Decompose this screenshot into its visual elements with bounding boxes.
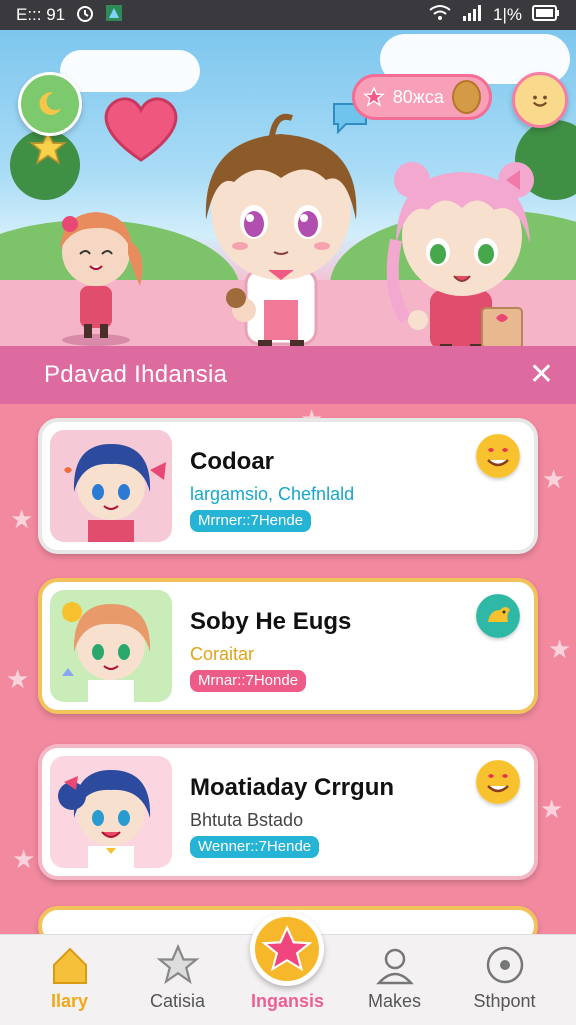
battery-icon	[532, 4, 560, 26]
character-avatar	[50, 756, 172, 868]
character-name: Codoar	[190, 448, 274, 475]
character-name: Soby He Eugs	[190, 608, 352, 635]
battery-text: 1|%	[493, 5, 522, 24]
nav-label: Ingansis	[250, 991, 325, 1011]
app-notification-icon	[105, 4, 123, 27]
close-button[interactable]: ✕	[529, 360, 554, 390]
background-star: ★	[10, 504, 34, 534]
character-tag: Mrnar::7Honde	[190, 670, 307, 692]
nav-item-makes[interactable]: Makes	[337, 935, 452, 1025]
background-star: ★	[540, 794, 564, 824]
character-name: Moatiaday Crrgun	[190, 774, 395, 801]
nav-label: Makes	[367, 991, 421, 1011]
currency-amount: 80жса	[392, 86, 444, 107]
nav-label: Ilary	[50, 991, 89, 1011]
nav-item-support[interactable]: Sthpont	[447, 935, 562, 1025]
signal-icon	[461, 4, 483, 27]
heart-icon	[104, 97, 178, 162]
panel-header: Pdavad Ihdansia ✕	[0, 346, 576, 404]
character-avatar	[50, 430, 172, 542]
chibi-girl-pink-hair	[386, 162, 534, 346]
background-star: ★	[12, 844, 36, 874]
alarm-icon	[75, 3, 95, 28]
smiley-face-icon	[527, 87, 553, 113]
character-card[interactable]: Codoar largamsio, Chefnlald Mrrner::7Hen…	[38, 418, 538, 554]
user-icon	[376, 948, 414, 985]
character-tag: Mrrner::7Hende	[190, 510, 312, 532]
heart-eyes-emoji-icon	[476, 760, 520, 804]
nav-label: Catisia	[149, 991, 206, 1011]
moon-button[interactable]	[18, 72, 82, 136]
chibi-boy-brown-hair	[205, 113, 357, 346]
nav-item-home[interactable]: Ilary	[12, 935, 127, 1025]
heart-eyes-emoji-icon	[476, 434, 520, 478]
star-icon	[363, 86, 385, 107]
duck-emoji-icon	[476, 594, 520, 638]
status-left-text: E::: 91	[16, 5, 66, 24]
nav-label: Sthpont	[473, 991, 536, 1011]
character-tag: Wenner::7Hende	[190, 836, 320, 858]
hero-banner: 80жса	[0, 30, 576, 346]
chibi-girl-orange-hair	[60, 212, 143, 346]
background-star: ★	[542, 464, 566, 494]
cloud	[60, 50, 200, 92]
character-subtitle: Coraitar	[190, 644, 255, 664]
center-star-button[interactable]	[250, 912, 324, 986]
nav-item-catalog[interactable]: Catisia	[120, 935, 235, 1025]
profile-face-button[interactable]	[512, 72, 568, 128]
currency-pill[interactable]: 80жса	[352, 74, 492, 120]
moon-icon	[39, 92, 62, 115]
home-icon	[53, 947, 87, 984]
status-bar: E::: 91 1|%	[0, 0, 576, 30]
panel-title: Pdavad Ihdansia	[44, 361, 228, 388]
star-icon	[261, 925, 313, 972]
support-icon	[486, 946, 524, 984]
character-avatar	[50, 590, 172, 702]
character-subtitle: Bhtuta Bstado	[190, 810, 304, 830]
wifi-icon	[429, 4, 451, 27]
cookie-coin-icon	[451, 80, 481, 114]
star-outline-icon	[156, 943, 200, 985]
character-card[interactable]: Soby He Eugs Coraitar Mrnar::7Honde	[38, 578, 538, 714]
background-star: ★	[548, 634, 572, 664]
character-subtitle: largamsio, Chefnlald	[190, 484, 355, 504]
background-star: ★	[6, 664, 30, 694]
character-card[interactable]: Moatiaday Crrgun Bhtuta Bstado Wenner::7…	[38, 744, 538, 880]
